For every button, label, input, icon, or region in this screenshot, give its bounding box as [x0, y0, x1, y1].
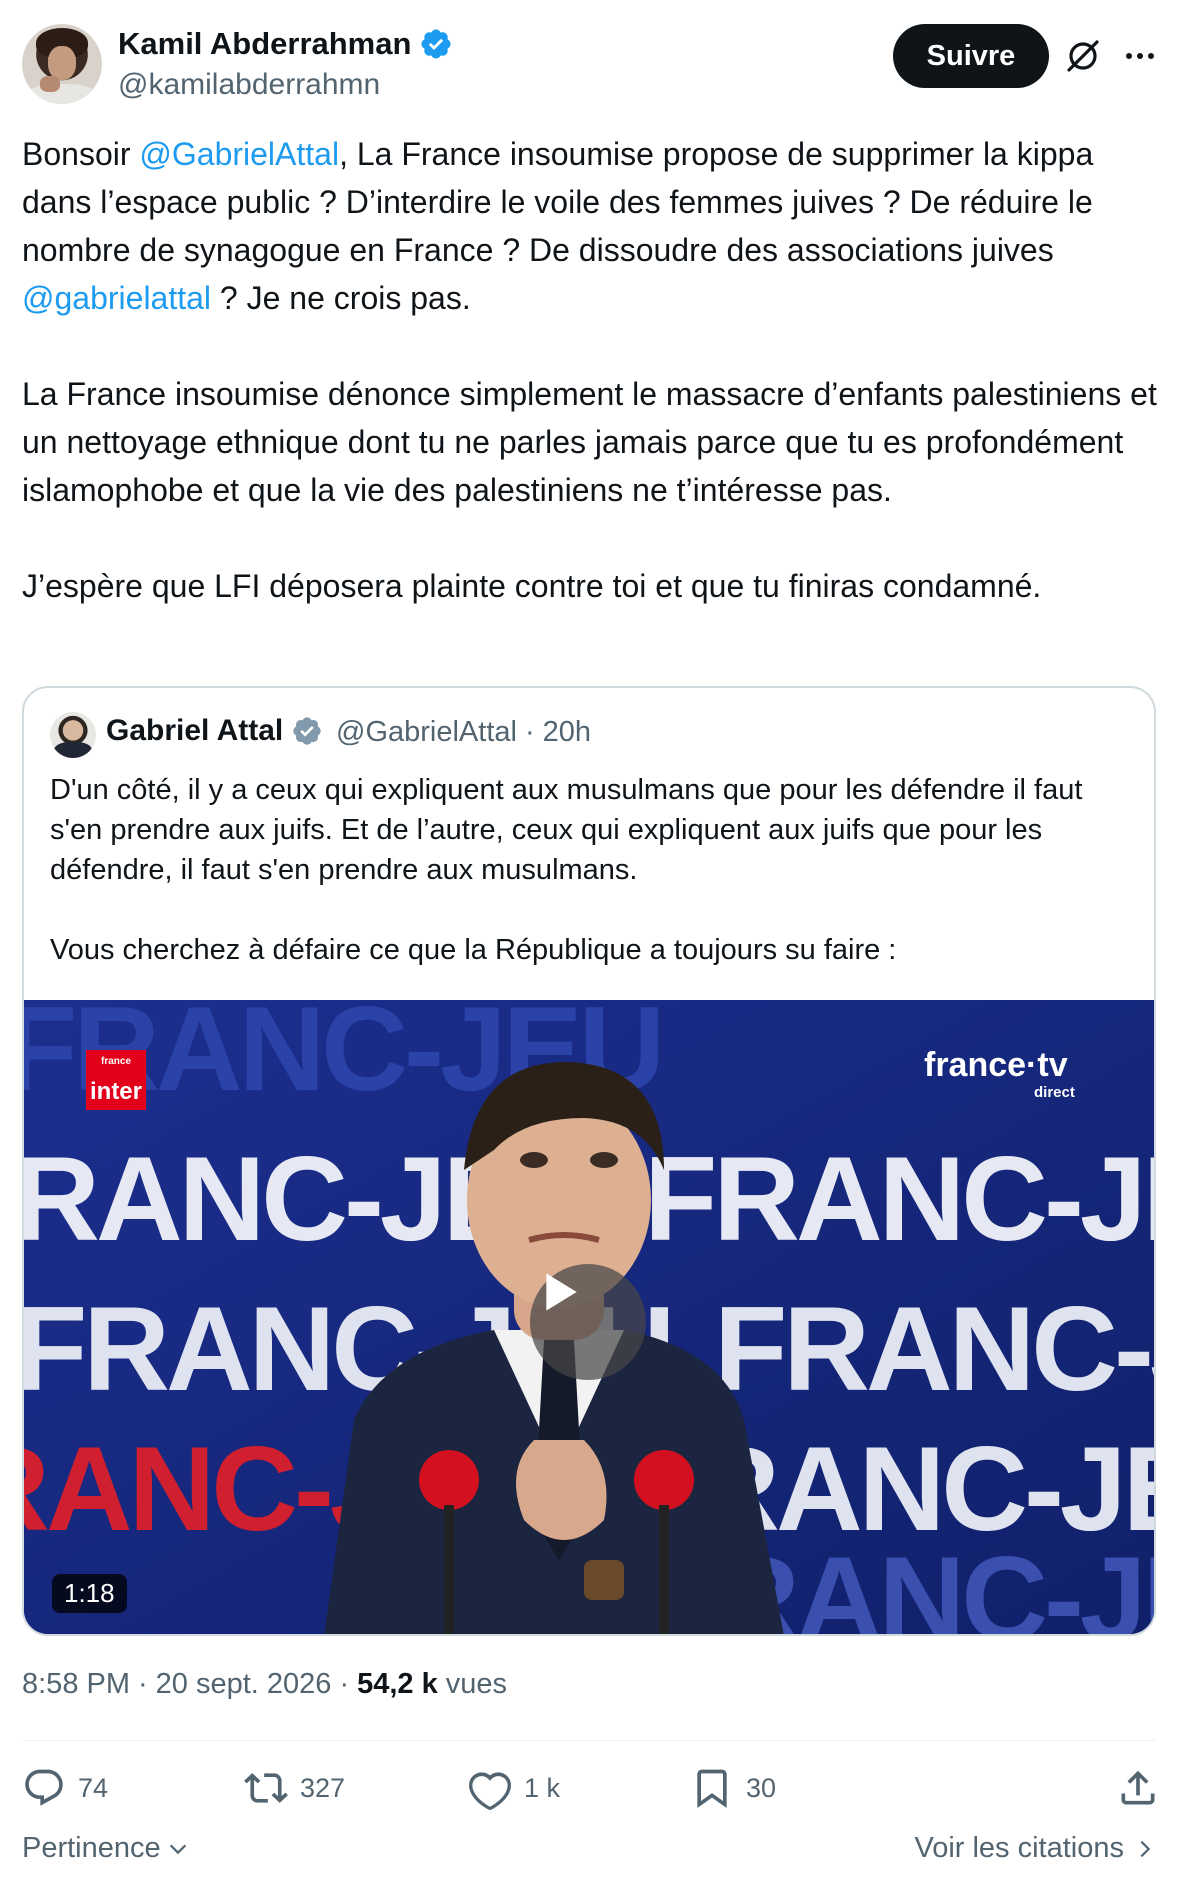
backdrop-text: FRANC-JEU	[644, 1132, 1154, 1266]
video-duration: 1:18	[52, 1574, 127, 1613]
repost-action[interactable]: 327	[244, 1766, 345, 1810]
france-tv-direct-label: direct	[1034, 1084, 1075, 1101]
grok-icon[interactable]	[1063, 36, 1103, 76]
quoted-author-name[interactable]: Gabriel Attal	[106, 714, 283, 748]
reply-count: 74	[78, 1772, 109, 1803]
mention-link[interactable]: @gabrielattal	[22, 280, 211, 316]
sort-label: Pertinence	[22, 1832, 161, 1864]
divider	[22, 1740, 1156, 1741]
share-icon	[1121, 1770, 1155, 1805]
author-name-row[interactable]: Kamil Abderrahman	[118, 26, 453, 62]
more-options-icon[interactable]	[1118, 36, 1162, 76]
quoted-author-avatar[interactable]	[50, 712, 96, 758]
reply-action[interactable]: 74	[22, 1766, 108, 1810]
view-quotes-link[interactable]: Voir les citations	[914, 1832, 1156, 1865]
repost-icon	[244, 1773, 288, 1803]
quoted-author-handle[interactable]: @GabrielAttal	[336, 716, 517, 749]
author-name[interactable]: Kamil Abderrahman	[118, 26, 411, 62]
repost-count: 327	[300, 1772, 346, 1803]
france-tv-logo: france·tv	[924, 1046, 1068, 1084]
tweet-text: Bonsoir @GabrielAttal, La France insoumi…	[22, 130, 1162, 610]
play-button[interactable]	[530, 1264, 646, 1380]
bookmark-action[interactable]: 30	[690, 1766, 776, 1810]
mention-link[interactable]: @GabrielAttal	[139, 136, 339, 172]
chevron-right-icon	[1140, 1840, 1151, 1857]
share-action[interactable]	[1116, 1766, 1160, 1810]
tweet-time[interactable]: 8:58 PM	[22, 1668, 130, 1701]
sort-dropdown[interactable]: Pertinence	[22, 1832, 189, 1865]
author-handle[interactable]: @kamilabderrahmn	[118, 68, 380, 102]
bookmark-count: 30	[746, 1772, 777, 1803]
bookmark-icon	[697, 1769, 727, 1809]
quoted-author-meta: @GabrielAttal · 20h	[336, 716, 592, 749]
quoted-tweet-card[interactable]: Gabriel Attal @GabrielAttal · 20h D'un c…	[22, 686, 1156, 1636]
quoted-tweet-text: D'un côté, il y a ceux qui expliquent au…	[50, 770, 1140, 970]
backdrop-text: FRANC-JEU	[714, 1282, 1154, 1416]
verified-badge-icon	[421, 29, 451, 59]
quoted-paragraph-2: Vous cherchez à défaire ce que la Républ…	[50, 934, 897, 966]
action-bar: 74 327 1 k 30	[22, 1766, 1162, 1822]
heart-icon	[469, 1772, 511, 1810]
quoted-tweet-time[interactable]: 20h	[543, 716, 591, 749]
quoted-author-name-row[interactable]: Gabriel Attal	[106, 714, 323, 748]
view-quotes-label: Voir les citations	[914, 1832, 1124, 1864]
tweet-paragraph-2: La France insoumise dénonce simplement l…	[22, 376, 1157, 508]
quoted-paragraph-1: D'un côté, il y a ceux qui expliquent au…	[50, 774, 1083, 886]
tweet-paragraph-3: J’espère que LFI déposera plainte contre…	[22, 568, 1042, 604]
tweet-paragraph-1: Bonsoir @GabrielAttal, La France insoumi…	[22, 136, 1094, 316]
reply-icon	[25, 1769, 63, 1806]
tweet-meta: 8:58 PM · 20 sept. 2026 · 54,2 k vues	[22, 1668, 508, 1701]
video-player[interactable]: FRANC-JEU FRANC-JEU FRANC-JEU FRANC-JEU …	[24, 1000, 1154, 1634]
play-icon	[546, 1273, 577, 1311]
views-count: 54,2 k	[357, 1668, 438, 1700]
gray-verified-badge-icon	[293, 717, 321, 745]
france-inter-logo: france inter	[86, 1050, 146, 1110]
like-count: 1 k	[524, 1772, 561, 1803]
views-label: vues	[445, 1668, 508, 1700]
like-action[interactable]: 1 k	[468, 1766, 560, 1810]
chevron-down-icon	[169, 1844, 186, 1854]
tweet-detail: Kamil Abderrahman @kamilabderrahmn Suivr…	[0, 0, 1178, 1888]
author-avatar[interactable]	[22, 24, 102, 104]
follow-button[interactable]: Suivre	[893, 24, 1049, 88]
tweet-date[interactable]: 20 sept. 2026	[156, 1668, 332, 1701]
